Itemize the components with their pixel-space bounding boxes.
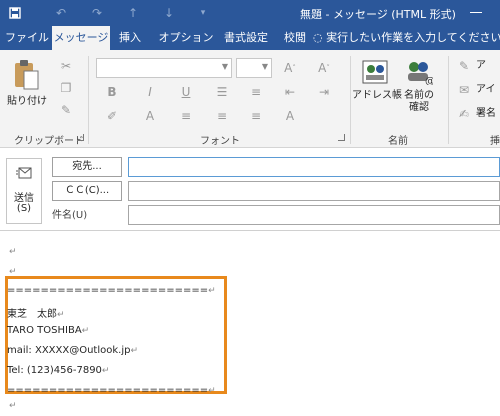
paragraph-mark: ↵	[208, 286, 216, 296]
paragraph-mark: ↵	[9, 401, 17, 411]
paste-label: 貼り付け	[7, 96, 47, 107]
align-left-icon[interactable]: ≡	[178, 108, 194, 124]
signature-icon[interactable]: ✍	[458, 106, 470, 122]
tell-me-text: 実行したい作業を入力してください	[326, 31, 500, 44]
cut-icon[interactable]: ✂	[58, 58, 74, 74]
tab-options[interactable]: オプション	[158, 26, 214, 50]
send-label: 送信	[14, 193, 34, 204]
tab-insert[interactable]: 挿入	[112, 26, 148, 50]
group-separator	[350, 56, 351, 144]
format-painter-icon[interactable]: ✎	[58, 102, 74, 118]
compose-header: 送信 (S) 宛先... ＣＣ(C)... 件名(U)	[0, 148, 500, 228]
signature-label: 署名	[476, 108, 496, 119]
font-launcher-icon[interactable]	[338, 134, 345, 141]
svg-text:@: @	[425, 76, 433, 85]
paste-icon[interactable]	[10, 58, 44, 92]
italic-icon[interactable]: I	[142, 84, 158, 100]
grow-font-icon[interactable]: A ˄	[282, 58, 298, 78]
minimize-icon[interactable]	[470, 12, 482, 13]
address-book-icon[interactable]	[360, 58, 390, 86]
down-arrow-icon[interactable]: ↓	[160, 4, 178, 22]
check-names-label-line1: 名前の	[404, 90, 434, 101]
align-right-icon[interactable]: ≡	[248, 108, 264, 124]
clipboard-launcher-icon[interactable]	[77, 134, 84, 141]
lightbulb-icon: ◌	[313, 31, 327, 44]
ribbon: 貼り付け ✂ ❐ ✎ クリップボード ▼ ▼ A ˄ A ˅ B I U ☰ ≡ ⇤…	[0, 50, 500, 148]
paragraph-mark: ↵	[208, 386, 216, 396]
redo-icon[interactable]: ↷	[88, 4, 106, 22]
cc-field[interactable]	[128, 181, 500, 201]
signature-mail: mail: XXXXX@Outlook.jp	[7, 345, 131, 356]
attach-file-icon[interactable]: ✎	[458, 58, 470, 74]
subject-label: 件名(U)	[52, 210, 88, 221]
chevron-down-icon: ▼	[261, 62, 268, 71]
font-color-icon[interactable]: A	[142, 108, 158, 124]
to-field[interactable]	[128, 157, 500, 177]
font-name-dropdown[interactable]: ▼	[96, 58, 232, 78]
customize-qat-icon[interactable]: ▾	[194, 4, 212, 22]
shrink-font-icon[interactable]: A ˅	[316, 58, 332, 78]
signature-line: ========================↵	[7, 285, 216, 296]
up-arrow-icon[interactable]: ↑	[124, 4, 142, 22]
signature-line: mail: XXXXX@Outlook.jp↵	[7, 345, 138, 356]
highlight-icon[interactable]: ✐	[104, 108, 120, 124]
check-names-icon[interactable]: @	[404, 58, 434, 86]
title-bar: ↶ ↷ ↑ ↓ ▾ 無題 - メッセージ (HTML 形式)	[0, 0, 500, 26]
numbering-icon[interactable]: ≡	[248, 84, 264, 100]
signature-rule-bottom: ========================	[7, 385, 209, 396]
tab-review[interactable]: 校閲	[278, 26, 312, 50]
message-body[interactable]: ↵ ↵ ========================↵ 東芝 太郎↵ TAR…	[0, 231, 500, 416]
attach-file-label: ア	[476, 60, 486, 71]
clear-format-icon[interactable]: A	[282, 108, 298, 124]
signature-line: 東芝 太郎↵	[7, 305, 65, 320]
cc-button[interactable]: ＣＣ(C)...	[52, 181, 122, 201]
paragraph-mark: ↵	[9, 247, 17, 257]
save-icon[interactable]	[6, 4, 24, 22]
include-group-label: 挿	[490, 136, 500, 147]
decrease-indent-icon[interactable]: ⇤	[282, 84, 298, 100]
bullets-icon[interactable]: ☰	[214, 84, 230, 100]
paragraph-mark: ↵	[130, 346, 139, 356]
font-size-dropdown[interactable]: ▼	[236, 58, 272, 78]
undo-icon[interactable]: ↶	[52, 4, 70, 22]
check-names-label-line2: 確認	[409, 102, 429, 113]
signature-line: TARO TOSHIBA↵	[7, 325, 89, 336]
tab-format[interactable]: 書式設定	[218, 26, 274, 50]
underline-icon[interactable]: U	[178, 84, 194, 100]
paragraph-mark: ↵	[57, 310, 65, 320]
font-group-label: フォント	[200, 136, 240, 147]
address-book-label: アドレス帳	[352, 90, 402, 101]
attach-item-label: アイ	[476, 84, 496, 95]
chevron-down-icon: ▼	[221, 62, 228, 71]
signature-line: ========================↵	[7, 385, 216, 396]
tell-me-box[interactable]: ◌ 実行したい作業を入力してください	[313, 26, 500, 50]
signature-tel: Tel: (123)456-7890	[7, 365, 102, 376]
send-icon	[16, 167, 32, 182]
align-center-icon[interactable]: ≡	[214, 108, 230, 124]
increase-indent-icon[interactable]: ⇥	[316, 84, 332, 100]
signature-rule-top: ========================	[7, 285, 209, 296]
group-separator	[448, 56, 449, 144]
subject-field[interactable]	[128, 205, 500, 225]
send-shortcut-label: (S)	[16, 203, 32, 214]
group-separator	[88, 56, 89, 144]
to-button[interactable]: 宛先...	[52, 157, 122, 177]
check-names-label: 名前の 確認	[402, 90, 436, 114]
paragraph-mark: ↵	[81, 326, 90, 336]
signature-line: Tel: (123)456-7890↵	[7, 365, 109, 376]
ribbon-tabs: ファイル メッセージ 挿入 オプション 書式設定 校閲 ◌ 実行したい作業を入力…	[0, 26, 500, 50]
clipboard-group-label: クリップボード	[14, 136, 84, 147]
signature-name-en: TARO TOSHIBA	[7, 325, 82, 336]
paragraph-mark: ↵	[101, 366, 110, 376]
bold-icon[interactable]: B	[104, 84, 120, 100]
names-group-label: 名前	[388, 136, 408, 147]
signature-name-ja: 東芝 太郎	[7, 309, 57, 320]
copy-icon[interactable]: ❐	[58, 80, 74, 96]
window-title: 無題 - メッセージ (HTML 形式)	[300, 8, 456, 21]
tab-message[interactable]: メッセージ	[52, 26, 110, 50]
attach-item-icon[interactable]: ✉	[458, 82, 470, 98]
tab-file[interactable]: ファイル	[4, 26, 50, 50]
send-button[interactable]: 送信 (S)	[6, 158, 42, 224]
